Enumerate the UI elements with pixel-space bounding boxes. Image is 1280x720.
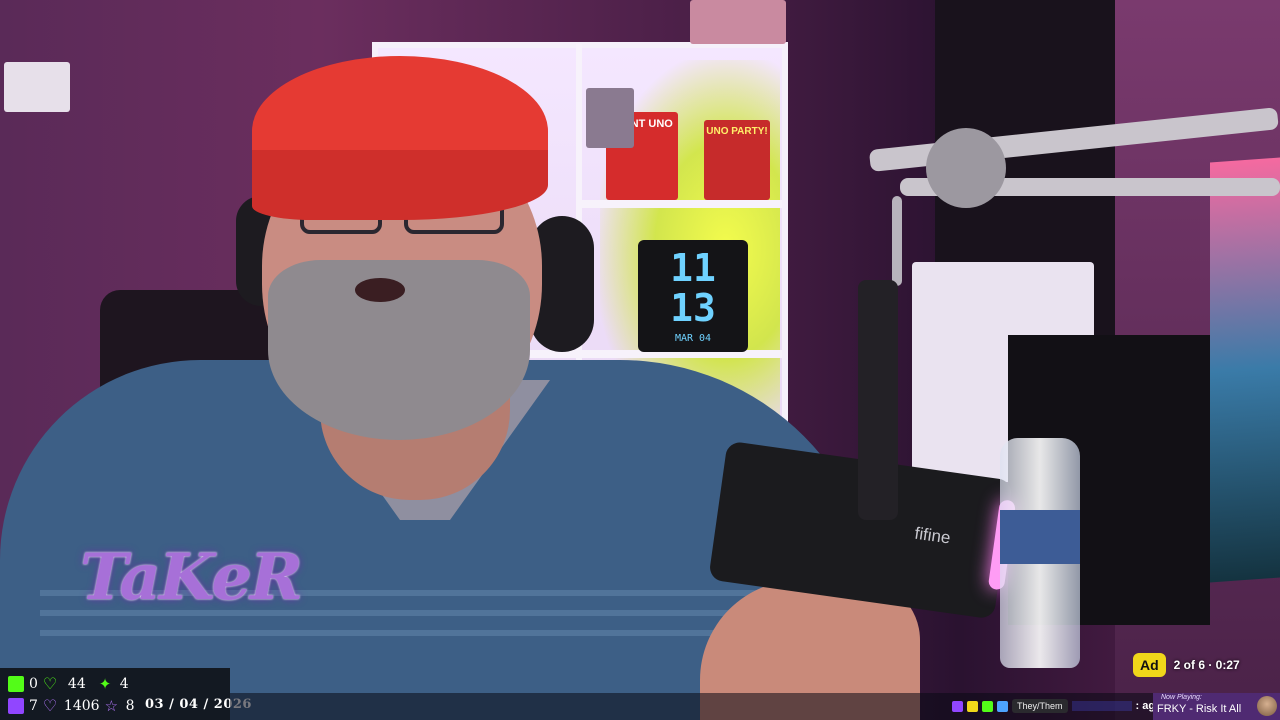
chat-username xyxy=(1071,701,1132,711)
kick-followers-count: 0 xyxy=(29,676,38,692)
artist-avatar-icon xyxy=(1257,696,1277,716)
twitch-icon xyxy=(8,698,24,714)
sparkle-icon: ✦ xyxy=(98,675,112,693)
twitch-badge-icon xyxy=(952,700,963,712)
kick-icon xyxy=(8,676,24,692)
stream-frame: GIANT UNO UNO PARTY! 11 13 MAR 04 fifine xyxy=(0,0,1280,720)
twitch-stats-row: 7 ♡ 1406 ☆ 8 xyxy=(8,698,134,714)
mic-arm-rod xyxy=(892,196,902,286)
follower-stats-panel: 0 ♡ 44 ✦ 4 7 ♡ 1406 ☆ 8 xyxy=(0,668,230,720)
clock-date: MAR 04 xyxy=(674,333,712,344)
now-playing-widget: Now Playing: FRKY - Risk It All xyxy=(1153,693,1280,720)
mic-mount xyxy=(858,280,898,520)
heart-icon: ♡ xyxy=(42,696,58,715)
heart-icon: ♡ xyxy=(42,674,58,693)
star-icon: ☆ xyxy=(104,697,119,715)
cap-brim xyxy=(252,150,548,220)
desk-clock: 11 13 MAR 04 xyxy=(638,240,748,352)
ad-indicator: Ad 2 of 6 · 0:27 xyxy=(1133,653,1240,677)
kick-subs-count: 4 xyxy=(119,676,129,692)
mic-arm-joint xyxy=(926,128,1006,208)
person-mouth xyxy=(355,278,405,302)
twitch-subs-count: 8 xyxy=(125,698,135,714)
ad-progress-text: 2 of 6 · 0:27 xyxy=(1173,658,1240,672)
clock-minute: 13 xyxy=(670,286,716,330)
shelf-collectible xyxy=(586,88,634,148)
kick-stats-row: 0 ♡ 44 ✦ 4 xyxy=(8,676,129,692)
chat-ticker: They/Them : again xyxy=(952,697,1171,715)
gift-badge-icon xyxy=(997,700,1008,712)
now-playing-label: Now Playing: xyxy=(1161,694,1202,701)
wall-thermostat xyxy=(4,62,70,112)
shirt-stripe xyxy=(40,630,820,636)
ad-badge: Ad xyxy=(1133,653,1166,677)
now-playing-title: FRKY - Risk It All xyxy=(1157,703,1242,715)
side-monitor xyxy=(1210,157,1280,583)
mic-brand-label: fifine xyxy=(913,523,952,548)
chat-pronoun-tag: They/Them xyxy=(1012,699,1068,713)
streamer-logo: TaKeR xyxy=(80,540,303,615)
twitch-followers-count: 7 xyxy=(29,698,38,714)
twitch-likes-count: 1406 xyxy=(63,698,100,714)
lightning-badge-icon xyxy=(967,700,978,712)
checkmark-badge-icon xyxy=(982,700,993,712)
uno-box-party-label: UNO PARTY! xyxy=(706,126,768,137)
water-bottle xyxy=(1000,438,1080,668)
funko-boxes-top xyxy=(690,0,786,44)
shelf-board-upper xyxy=(582,200,782,208)
clock-hour: 11 xyxy=(670,246,716,290)
uno-box-party: UNO PARTY! xyxy=(704,120,770,200)
kick-likes-count: 44 xyxy=(67,676,86,692)
bottle-label xyxy=(1000,510,1080,564)
